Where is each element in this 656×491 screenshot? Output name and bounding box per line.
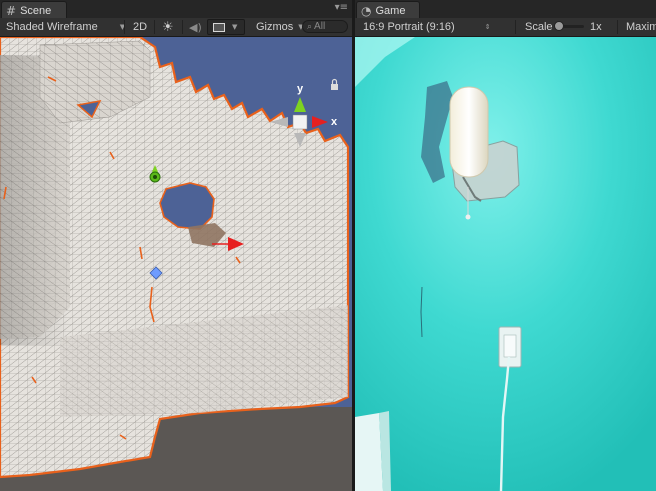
mode-2d-label: 2D: [133, 21, 148, 33]
scale-slider[interactable]: [554, 21, 584, 31]
draw-mode-dropdown[interactable]: Shaded Wireframe ▼: [6, 19, 125, 35]
scale-control: Scale: [525, 19, 553, 35]
gizmo-y-cone[interactable]: [294, 97, 306, 112]
gizmos-label: Gizmos: [256, 21, 294, 33]
scene-toolbar: Shaded Wireframe ▼ 2D ☀ ◀) ▼ Gizmos ▼ ⌕ …: [0, 18, 352, 37]
effects-dropdown[interactable]: ▼: [207, 19, 245, 35]
sun-icon[interactable]: ☀: [162, 19, 174, 35]
gizmo-x-cone[interactable]: [312, 116, 328, 128]
aspect-label: 16:9 Portrait (9:16): [363, 21, 455, 33]
divider: [124, 20, 125, 34]
speaker-icon[interactable]: ◀): [189, 19, 202, 35]
wall: [355, 37, 656, 491]
game-toolbar: 16:9 Portrait (9:16) ⇕ Scale 1x Maxim: [355, 18, 656, 37]
gizmo-center-cube[interactable]: [292, 114, 308, 130]
scene-mesh-render: y x: [0, 37, 352, 491]
maximize-toggle[interactable]: Maxim: [626, 19, 656, 35]
divider: [617, 20, 618, 34]
divider: [154, 20, 155, 34]
scene-viewport[interactable]: y x: [0, 37, 352, 491]
tab-game[interactable]: ◔ Game: [356, 1, 420, 19]
scale-slider-thumb[interactable]: [554, 21, 564, 31]
search-input[interactable]: ⌕ All: [302, 20, 348, 33]
tab-scene-label: Scene: [20, 4, 52, 17]
scene-panel: # Scene ▾≡ Shaded Wireframe ▼ 2D ☀ ◀) ▼ …: [0, 0, 352, 491]
chevron-updown-icon: ⇕: [484, 23, 491, 31]
pacman-icon: ◔: [361, 3, 372, 18]
scale-value: 1x: [590, 19, 602, 35]
game-render: [355, 37, 656, 491]
game-panel: ◔ Game 16:9 Portrait (9:16) ⇕ Scale 1x M…: [355, 0, 656, 491]
divider: [515, 20, 516, 34]
aspect-dropdown[interactable]: 16:9 Portrait (9:16) ⇕: [363, 19, 491, 35]
maximize-label: Maxim: [626, 21, 656, 33]
gizmos-dropdown[interactable]: Gizmos ▼: [256, 19, 304, 35]
pull-cord-knob: [465, 214, 471, 220]
outlet-face: [503, 334, 517, 358]
game-view[interactable]: [355, 37, 656, 491]
search-icon: ⌕: [307, 21, 313, 32]
gizmo-y-label: y: [297, 83, 304, 95]
gizmo-x-label: x: [331, 116, 338, 128]
game-tabbar: ◔ Game: [355, 0, 656, 19]
mode-2d-button[interactable]: 2D: [133, 19, 147, 35]
grid-icon: #: [6, 3, 17, 18]
lamp-bulb: [449, 86, 489, 178]
divider: [182, 20, 183, 34]
scene-tabbar: # Scene ▾≡: [0, 0, 352, 19]
tab-scene[interactable]: # Scene: [1, 1, 67, 19]
chevron-down-icon: ▼: [232, 23, 238, 31]
image-icon: [213, 22, 225, 32]
search-placeholder: All: [314, 21, 326, 32]
scale-value-text: 1x: [590, 21, 602, 33]
menu-icon[interactable]: ▾≡: [335, 2, 348, 13]
tab-game-label: Game: [375, 4, 406, 17]
scale-label: Scale: [525, 21, 553, 33]
draw-mode-label: Shaded Wireframe: [6, 21, 98, 33]
furniture-edge: [355, 413, 383, 491]
lock-icon[interactable]: [331, 78, 338, 91]
